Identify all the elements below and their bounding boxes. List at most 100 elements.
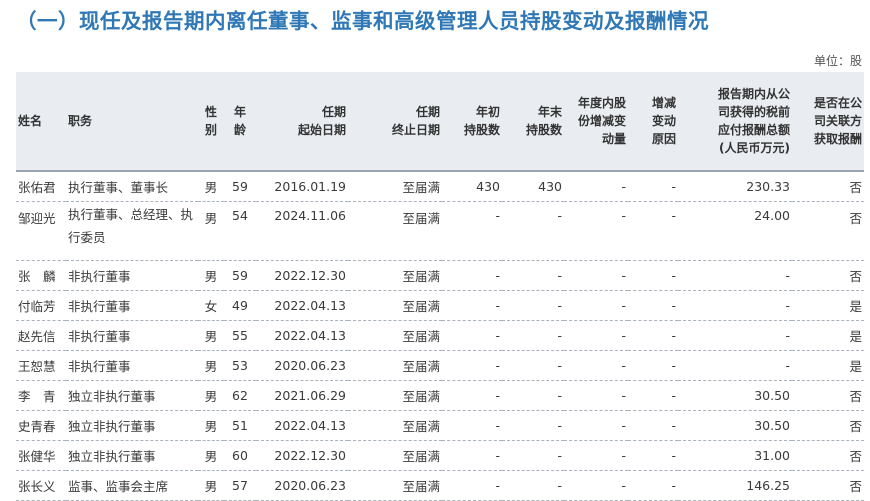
cell-name: 张佑君 [16,171,66,202]
cell-change-reason: - [628,350,678,381]
cell-term-end: 至届满 [348,260,442,291]
cell-term-end: 至届满 [348,290,442,321]
cell-shares-end: - [502,380,564,411]
cell-share-change: - [564,320,628,351]
cell-share-change: - [564,410,628,441]
cell-change-reason: - [628,320,678,351]
cell-pay: - [678,290,792,321]
cell-term-start: 2020.06.23 [256,470,348,501]
table-row: 张长义 监事、监事会主席男 57 2020.06.23 至届满 - - - -146.25 否 [16,470,864,501]
cell-position: 执行董事、总经理、执行委员 [66,201,198,261]
cell-term-start: 2020.06.23 [256,350,348,381]
header-pay: 报告期内从公 司获得的税前 应付报酬总额 (人民币万元) [678,72,792,172]
cell-pay: - [678,260,792,291]
cell-name: 史青春 [16,410,66,441]
cell-name: 付临芳 [16,290,66,321]
cell-gender: 男 [198,201,224,261]
cell-change-reason: - [628,470,678,501]
header-age: 年龄 [224,72,256,172]
cell-gender: 男 [198,350,224,381]
cell-age: 51 [224,410,256,441]
cell-related-party: 是 [792,350,864,381]
cell-term-start: 2024.11.06 [256,201,348,261]
header-position: 职务 [66,72,198,172]
cell-pay: - [678,350,792,381]
cell-gender: 男 [198,380,224,411]
header-term-start: 任期 起始日期 [256,72,348,172]
cell-pay: 24.00 [678,201,792,261]
cell-related-party: 否 [792,410,864,441]
table-row: 邹迎光 执行董事、总经理、执行委员男 54 2024.11.06 至届满 - - - -24.0… [16,201,864,261]
cell-position: 执行董事、董事长 [66,171,198,202]
header-share-change: 年度内股 份增减变 动量 [564,72,628,172]
cell-shares-begin: - [442,470,502,501]
cell-change-reason: - [628,380,678,411]
cell-name: 王恕慧 [16,350,66,381]
cell-related-party: 否 [792,440,864,471]
cell-term-end: 至届满 [348,380,442,411]
cell-age: 60 [224,440,256,471]
table-row: 李 青独立非执行董事男 62 2021.06.29 至届满 - - - -30.50 否 [16,380,864,411]
unit-label: 单位：股 [813,54,862,68]
cell-term-start: 2021.06.29 [256,380,348,411]
cell-gender: 男 [198,260,224,291]
cell-shares-end: - [502,350,564,381]
cell-position: 独立非执行董事 [66,380,198,411]
cell-position: 独立非执行董事 [66,440,198,471]
cell-name: 张健华 [16,440,66,471]
cell-pay: 230.33 [678,171,792,202]
cell-name: 张长义 [16,470,66,501]
cell-term-end: 至届满 [348,470,442,501]
cell-shares-begin: - [442,410,502,441]
cell-shares-end: - [502,440,564,471]
cell-shares-end: 430 [502,171,564,202]
cell-pay: 30.50 [678,410,792,441]
cell-age: 57 [224,470,256,501]
cell-term-start: 2022.04.13 [256,290,348,321]
cell-term-start: 2022.04.13 [256,410,348,441]
cell-shares-begin: - [442,260,502,291]
cell-share-change: - [564,260,628,291]
cell-related-party: 是 [792,290,864,321]
header-gender: 性别 [198,72,224,172]
cell-position: 监事、监事会主席 [66,470,198,501]
cell-term-end: 至届满 [348,410,442,441]
cell-age: 55 [224,320,256,351]
cell-position: 非执行董事 [66,260,198,291]
cell-name: 赵先信 [16,320,66,351]
cell-age: 49 [224,290,256,321]
cell-gender: 男 [198,320,224,351]
table-row: 付临芳 非执行董事女 49 2022.04.13 至届满 - - - - - 是 [16,290,864,321]
cell-share-change: - [564,290,628,321]
cell-position: 非执行董事 [66,290,198,321]
table-row: 王恕慧 非执行董事男 53 2020.06.23 至届满 - - - - - 是 [16,350,864,381]
cell-age: 59 [224,171,256,202]
cell-term-end: 至届满 [348,440,442,471]
cell-share-change: - [564,470,628,501]
table-row: 张 麟非执行董事男 59 2022.12.30 至届满 - - - - - 否 [16,260,864,291]
cell-gender: 男 [198,470,224,501]
table-header-row: 姓名 职务 性别 年龄 任期 起始日期 任期 终止日期 年初 持股数 年末 持股数 年度… [16,72,864,172]
cell-change-reason: - [628,201,678,261]
cell-shares-end: - [502,320,564,351]
cell-term-end: 至届满 [348,350,442,381]
cell-position: 独立非执行董事 [66,410,198,441]
cell-related-party: 否 [792,380,864,411]
cell-change-reason: - [628,290,678,321]
cell-term-start: 2022.12.30 [256,440,348,471]
cell-name: 邹迎光 [16,201,66,261]
cell-name: 李 青 [16,380,66,411]
cell-pay: 146.25 [678,470,792,501]
cell-shares-begin: - [442,290,502,321]
table-row: 张健华 独立非执行董事男 60 2022.12.30 至届满 - - - -31.00 否 [16,440,864,471]
cell-shares-end: - [502,260,564,291]
cell-related-party: 否 [792,201,864,261]
cell-gender: 男 [198,171,224,202]
cell-related-party: 是 [792,320,864,351]
cell-shares-end: - [502,201,564,261]
cell-share-change: - [564,350,628,381]
cell-pay: 30.50 [678,380,792,411]
cell-shares-end: - [502,290,564,321]
cell-shares-begin: 430 [442,171,502,202]
table-body: 张佑君 执行董事、董事长男 59 2016.01.19 至届满 430 430- -230.3… [16,171,864,501]
